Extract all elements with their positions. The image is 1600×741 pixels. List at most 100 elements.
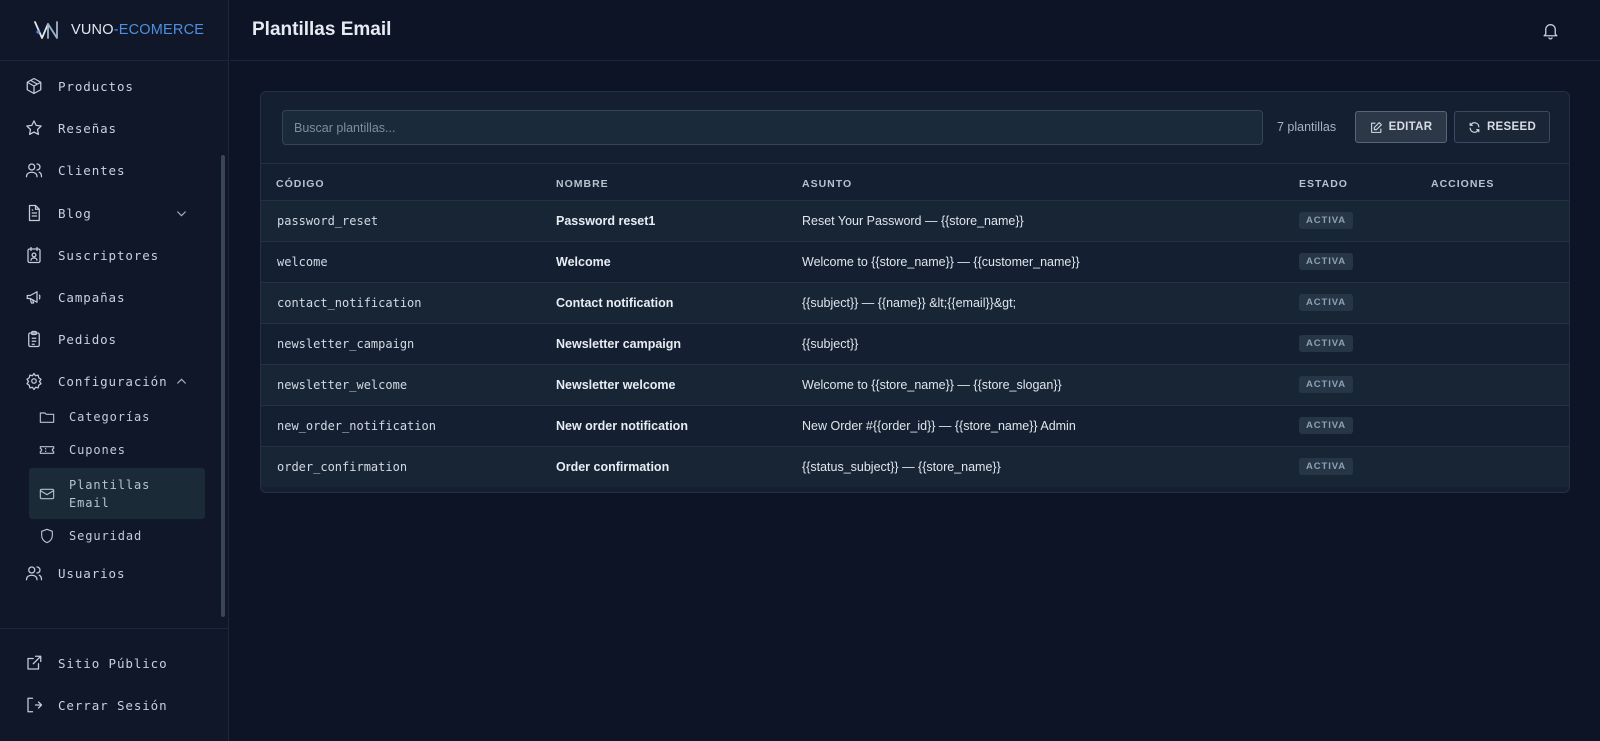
sidebar-item-label: Campañas: [58, 289, 126, 305]
sidebar-item-label: Cerrar Sesión: [58, 697, 168, 713]
sidebar-item-label: Suscriptores: [58, 247, 160, 263]
sidebar-item-usuarios[interactable]: Usuarios: [0, 553, 221, 593]
table-row[interactable]: contact_notification Contact notificatio…: [261, 282, 1569, 323]
template-subject: Welcome to {{store_name}} — {{store_slog…: [802, 377, 1062, 392]
star-icon: [25, 119, 43, 137]
edit-button[interactable]: EDITAR: [1355, 111, 1447, 143]
sidebar-item-productos[interactable]: Productos: [0, 66, 221, 106]
actions-cell: [1431, 200, 1569, 241]
sidebar-item-sitio-publico[interactable]: Sitio Público: [0, 643, 221, 683]
external-link-icon: [25, 654, 43, 672]
template-subject: New Order #{{order_id}} — {{store_name}}…: [802, 418, 1076, 433]
template-code: contact_notification: [277, 295, 422, 310]
table-row[interactable]: newsletter_campaign Newsletter campaign …: [261, 323, 1569, 364]
table-row[interactable]: new_order_notification New order notific…: [261, 405, 1569, 446]
sidebar-scrollbar[interactable]: [221, 155, 225, 617]
sidebar-item-label: Usuarios: [58, 565, 126, 581]
template-subject: {{subject}}: [802, 336, 859, 351]
template-name: Order confirmation: [556, 459, 670, 474]
brand[interactable]: VUNO-ECOMERCE: [0, 0, 228, 61]
sidebar-subitem-label: Plantillas Email: [69, 477, 151, 510]
status-badge: ACTIVA: [1299, 253, 1354, 270]
chevron-down-icon[interactable]: [175, 207, 188, 220]
sidebar-item-campanas[interactable]: Campañas: [0, 277, 221, 317]
sidebar-item-suscriptores[interactable]: Suscriptores: [0, 235, 221, 275]
sidebar-item-resenas[interactable]: Reseñas: [0, 108, 221, 148]
template-subject: Reset Your Password — {{store_name}}: [802, 213, 1024, 228]
template-subject: Welcome to {{store_name}} — {{customer_n…: [802, 254, 1080, 269]
template-subject: {{status_subject}} — {{store_name}}: [802, 459, 1001, 474]
sidebar-item-label: Productos: [58, 78, 134, 94]
sidebar-subitem-label: Categorías: [69, 410, 151, 424]
status-cell: ACTIVA: [1299, 241, 1431, 282]
shield-icon: [39, 528, 55, 544]
contact-card-icon: [25, 246, 43, 264]
col-header-estado[interactable]: ESTADO: [1299, 164, 1431, 200]
template-code: newsletter_campaign: [277, 336, 415, 351]
sidebar-item-label: Clientes: [58, 162, 126, 178]
sidebar-subitem-categorias[interactable]: Categorías: [29, 400, 205, 434]
bell-icon[interactable]: [1541, 21, 1560, 41]
status-cell: ACTIVA: [1299, 323, 1431, 364]
sidebar-item-label: Reseñas: [58, 120, 117, 136]
actions-cell: [1431, 282, 1569, 323]
page-title: Plantillas Email: [252, 19, 392, 40]
sidebar-item-configuracion[interactable]: Configuración: [0, 361, 221, 401]
actions-cell: [1431, 405, 1569, 446]
sidebar-divider: [0, 628, 229, 629]
status-cell: ACTIVA: [1299, 364, 1431, 405]
actions-cell: [1431, 323, 1569, 364]
template-name: Newsletter welcome: [556, 377, 676, 392]
sidebar: VUNO-ECOMERCE Productos Reseñas Clientes…: [0, 0, 229, 741]
brand-prefix: VUNO: [71, 22, 114, 38]
table-header-row: CÓDIGO NOMBRE ASUNTO ESTADO ACCIONES: [261, 164, 1569, 200]
template-code: new_order_notification: [277, 418, 436, 433]
status-cell: ACTIVA: [1299, 200, 1431, 241]
sidebar-subitem-cupones[interactable]: Cupones: [29, 433, 205, 467]
template-code: newsletter_welcome: [277, 377, 408, 392]
toolbar: 7 plantillas EDITAR RESEED: [261, 92, 1569, 164]
sidebar-subitem-plantillas-email[interactable]: Plantillas Email: [29, 468, 205, 519]
template-code: welcome: [277, 254, 328, 269]
template-count: 7 plantillas: [1277, 120, 1337, 134]
reseed-button[interactable]: RESEED: [1454, 111, 1550, 143]
logout-icon: [25, 696, 43, 714]
gear-icon: [25, 372, 43, 390]
brand-suffix: -ECOMERCE: [113, 22, 205, 38]
sidebar-item-clientes[interactable]: Clientes: [0, 150, 221, 190]
mail-icon: [39, 486, 55, 502]
status-badge: ACTIVA: [1299, 417, 1354, 434]
status-badge: ACTIVA: [1299, 212, 1354, 229]
megaphone-icon: [25, 288, 43, 306]
status-cell: ACTIVA: [1299, 405, 1431, 446]
users-icon: [25, 564, 43, 582]
edit-button-label: EDITAR: [1388, 121, 1433, 133]
sidebar-item-blog[interactable]: Blog: [0, 193, 221, 233]
sidebar-item-label: Sitio Público: [58, 655, 168, 671]
template-subject: {{subject}} — {{name}} &lt;{{email}}&gt;: [802, 295, 1017, 310]
col-header-asunto[interactable]: ASUNTO: [802, 164, 1299, 200]
sidebar-item-label: Configuración: [58, 373, 168, 389]
search-input[interactable]: [282, 110, 1263, 145]
table-row[interactable]: password_reset Password reset1 Reset You…: [261, 200, 1569, 241]
template-code: order_confirmation: [277, 459, 408, 474]
sidebar-subitem-seguridad[interactable]: Seguridad: [29, 519, 205, 553]
table-row[interactable]: welcome Welcome Welcome to {{store_name}…: [261, 241, 1569, 282]
status-cell: ACTIVA: [1299, 282, 1431, 323]
template-name: Contact notification: [556, 295, 674, 310]
status-badge: ACTIVA: [1299, 376, 1354, 393]
table-row[interactable]: order_confirmation Order confirmation {{…: [261, 446, 1569, 487]
actions-cell: [1431, 364, 1569, 405]
users-icon: [25, 161, 43, 179]
status-badge: ACTIVA: [1299, 294, 1354, 311]
col-header-nombre[interactable]: NOMBRE: [556, 164, 802, 200]
col-header-codigo[interactable]: CÓDIGO: [261, 164, 556, 200]
template-name: Password reset1: [556, 213, 656, 228]
templates-table: CÓDIGO NOMBRE ASUNTO ESTADO ACCIONES pas…: [261, 164, 1569, 487]
chevron-up-icon[interactable]: [175, 375, 188, 388]
clipboard-icon: [25, 330, 43, 348]
vuno-logo-icon: [33, 18, 63, 42]
sidebar-item-pedidos[interactable]: Pedidos: [0, 319, 221, 359]
sidebar-item-cerrar-sesion[interactable]: Cerrar Sesión: [0, 685, 221, 725]
table-row[interactable]: newsletter_welcome Newsletter welcome We…: [261, 364, 1569, 405]
